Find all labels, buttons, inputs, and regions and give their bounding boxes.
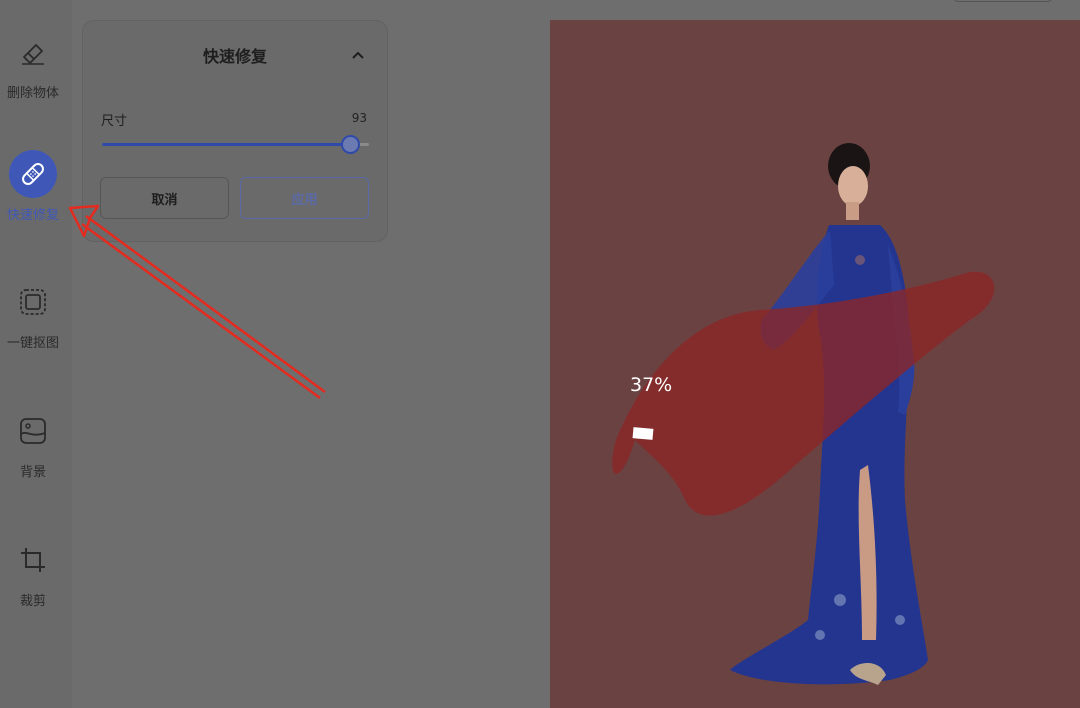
- quick-fix-panel: 快速修复 尺寸 93 取消 应用: [82, 20, 388, 242]
- panel-title: 快速修复: [202, 47, 267, 66]
- sidebar-item-label: 删除物体: [6, 86, 59, 101]
- tool-sidebar: 删除物体 快速修复 一键抠图 背景 裁剪: [0, 0, 72, 708]
- image-canvas[interactable]: [550, 20, 1080, 708]
- apply-button[interactable]: 应用: [240, 177, 369, 219]
- sidebar-item-cutout[interactable]: 一键抠图: [0, 278, 66, 351]
- chevron-up-icon[interactable]: [351, 45, 365, 64]
- progress-indicator: [632, 427, 654, 440]
- sidebar-item-label: 快速修复: [6, 208, 59, 223]
- crop-icon: [9, 536, 57, 584]
- slider-fill: [102, 143, 351, 146]
- image-icon: [9, 407, 57, 455]
- cutout-icon: [9, 278, 57, 326]
- top-toolbar-button[interactable]: [954, 0, 1052, 2]
- sidebar-item-label: 裁剪: [19, 594, 46, 609]
- slider-thumb[interactable]: [341, 135, 361, 154]
- size-slider[interactable]: [102, 135, 369, 154]
- sidebar-item-quick-fix[interactable]: 快速修复: [0, 150, 66, 223]
- cancel-button[interactable]: 取消: [100, 177, 229, 219]
- size-label: 尺寸: [101, 114, 128, 129]
- image-content: [612, 143, 995, 685]
- sidebar-item-background[interactable]: 背景: [0, 407, 66, 480]
- size-value: 93: [351, 111, 367, 125]
- progress-percent: 37%: [630, 374, 673, 396]
- sidebar-item-label: 背景: [19, 465, 46, 480]
- sidebar-item-crop[interactable]: 裁剪: [0, 536, 66, 609]
- sidebar-item-label: 一键抠图: [6, 336, 59, 351]
- bandage-icon: [9, 150, 57, 198]
- sidebar-item-remove-object[interactable]: 删除物体: [0, 28, 66, 101]
- eraser-icon: [9, 28, 57, 76]
